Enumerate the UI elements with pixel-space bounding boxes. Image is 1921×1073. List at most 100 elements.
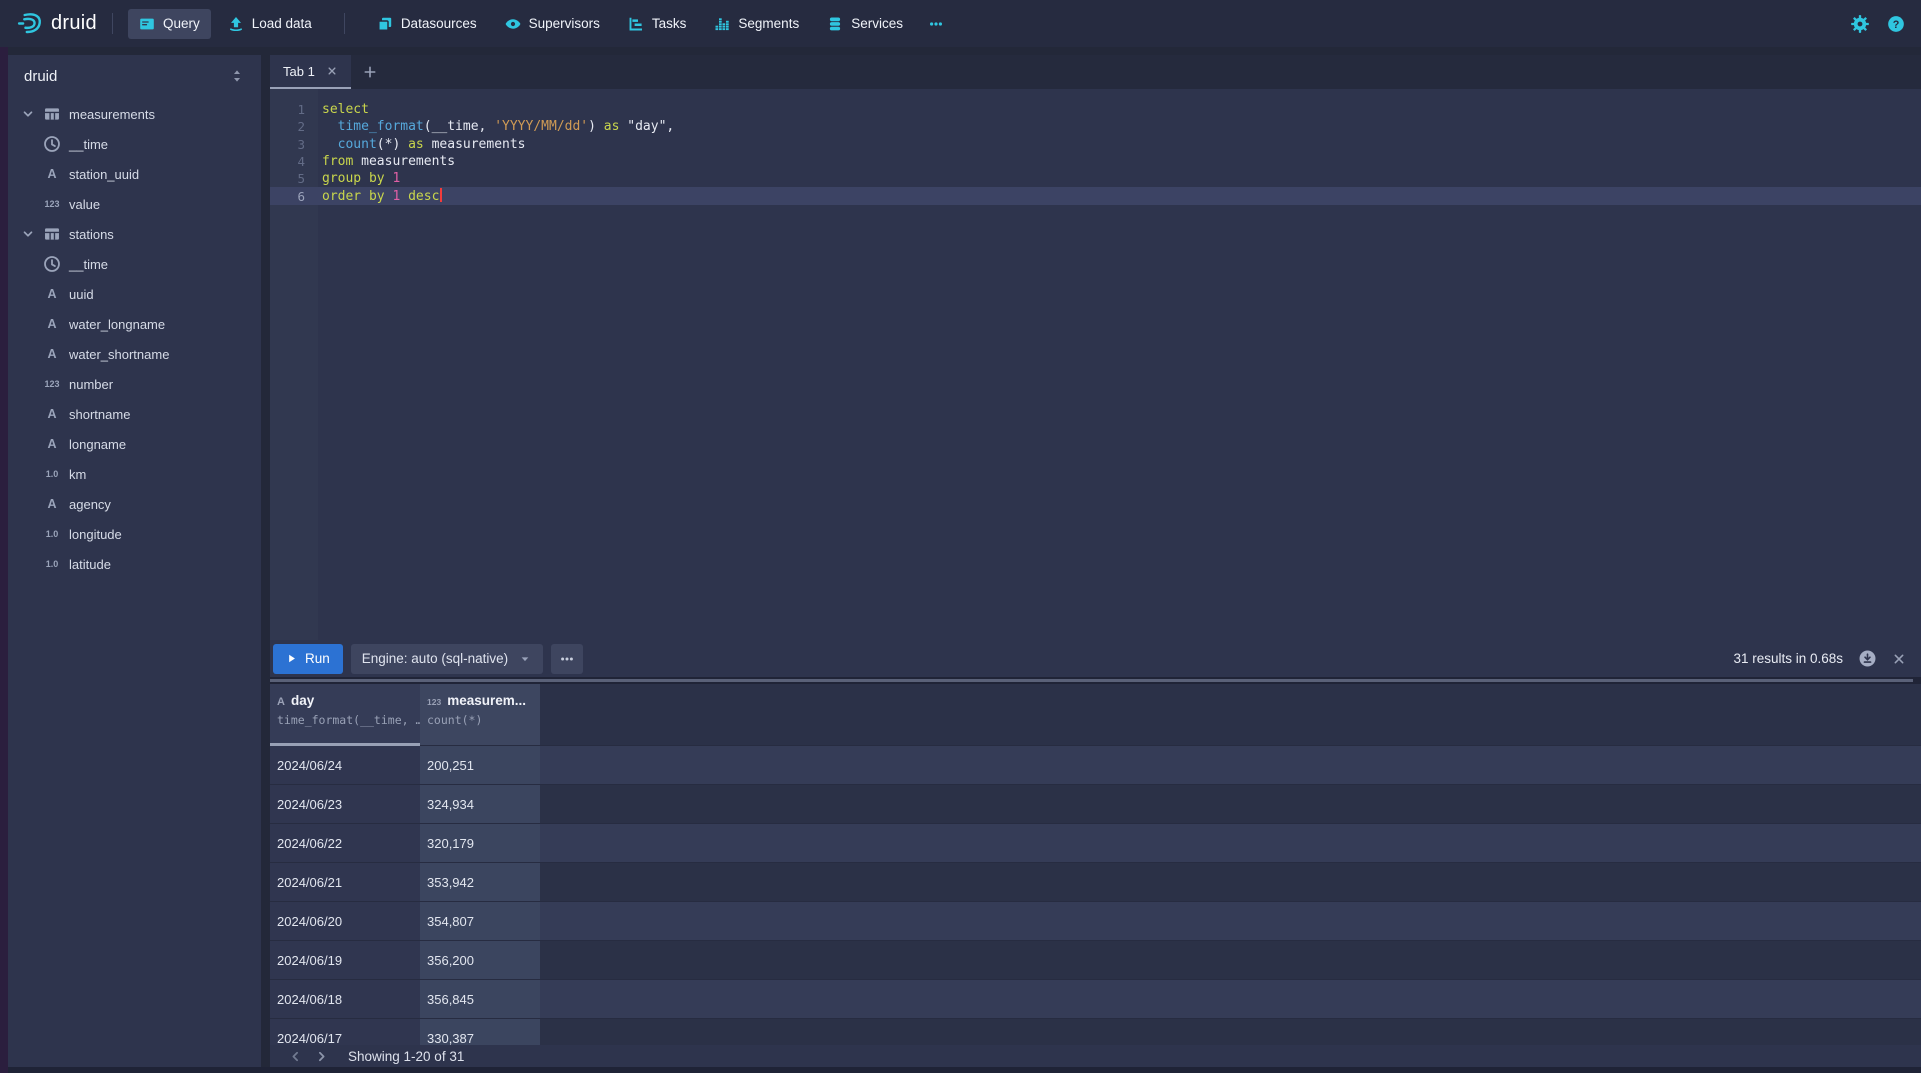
column-header-day[interactable]: A day time_format(__time, … (270, 684, 420, 746)
sidebar-item-water-longname[interactable]: Awater_longname (8, 309, 261, 339)
table-row[interactable]: 2024/06/22320,179 (270, 824, 1921, 863)
sidebar-item-label: uuid (69, 287, 94, 302)
table-row[interactable]: 2024/06/18356,845 (270, 980, 1921, 1019)
row-filler (540, 941, 1921, 980)
sidebar-item-water-shortname[interactable]: Awater_shortname (8, 339, 261, 369)
cell-day[interactable]: 2024/06/17 (270, 1019, 420, 1045)
engine-select[interactable]: Engine: auto (sql-native) (351, 644, 543, 674)
navbar-separator (112, 13, 113, 34)
sidebar-item-measurements[interactable]: measurements (8, 99, 261, 129)
code-line-6[interactable]: 6order by 1 desc (270, 187, 1921, 204)
cell-measurements[interactable]: 353,942 (420, 863, 540, 902)
run-button[interactable]: Run (273, 644, 343, 674)
cell-day[interactable]: 2024/06/21 (270, 863, 420, 902)
close-icon[interactable] (326, 65, 338, 77)
cell-day[interactable]: 2024/06/18 (270, 980, 420, 1019)
cell-measurements[interactable]: 200,251 (420, 746, 540, 785)
nav-item-services[interactable]: Services (816, 9, 914, 39)
table-row[interactable]: 2024/06/20354,807 (270, 902, 1921, 941)
sidebar-item-number[interactable]: 123number (8, 369, 261, 399)
sidebar-item-time[interactable]: __time (8, 249, 261, 279)
nav-more-button[interactable] (920, 9, 952, 39)
results-panel: A day time_format(__time, … 123 measurem… (270, 684, 1921, 1067)
nav-item-load-data[interactable]: Load data (217, 9, 323, 39)
cell-day[interactable]: 2024/06/24 (270, 746, 420, 785)
sidebar-item-agency[interactable]: Aagency (8, 489, 261, 519)
sidebar-item-longname[interactable]: Alongname (8, 429, 261, 459)
query-toolbar: Run Engine: auto (sql-native) 31 results… (270, 640, 1921, 677)
sidebar-item-stations[interactable]: stations (8, 219, 261, 249)
cell-measurements[interactable]: 324,934 (420, 785, 540, 824)
cell-day[interactable]: 2024/06/19 (270, 941, 420, 980)
nav-item-datasources[interactable]: Datasources (366, 9, 488, 39)
cell-measurements[interactable]: 356,200 (420, 941, 540, 980)
line-number: 5 (270, 171, 318, 186)
sidebar-item-uuid[interactable]: Auuid (8, 279, 261, 309)
time-type-icon (43, 136, 61, 152)
column-header-measurements[interactable]: 123 measurem... count(*) (420, 684, 540, 746)
string-type-icon: A (277, 696, 285, 708)
row-filler (540, 902, 1921, 941)
sidebar-item-label: stations (69, 227, 114, 242)
sidebar-item-longitude[interactable]: 1.0longitude (8, 519, 261, 549)
horizontal-scrollbar-track[interactable] (8, 1067, 1921, 1073)
add-tab-button[interactable] (351, 55, 389, 89)
sidebar-item-shortname[interactable]: Ashortname (8, 399, 261, 429)
bigint-type-icon: 123 (43, 376, 61, 392)
table-row[interactable]: 2024/06/19356,200 (270, 941, 1921, 980)
play-icon (286, 653, 297, 664)
page-edge (0, 47, 8, 1073)
tab-label: Tab 1 (283, 64, 315, 79)
gear-icon[interactable] (1851, 15, 1869, 33)
gantt-icon (628, 16, 644, 32)
close-results-icon[interactable] (1892, 652, 1906, 666)
sidebar-item-time[interactable]: __time (8, 129, 261, 159)
table-row[interactable]: 2024/06/17330,387 (270, 1019, 1921, 1045)
tab-bar: Tab 1 (270, 55, 1921, 89)
sql-editor[interactable]: 1select2 time_format(__time, 'YYYY/MM/dd… (270, 89, 1921, 640)
code-text: order by 1 desc (318, 188, 442, 204)
chevron-down-icon[interactable] (21, 107, 35, 121)
code-line-5[interactable]: 5group by 1 (270, 170, 1921, 187)
resize-handle[interactable] (270, 677, 1921, 684)
table-row[interactable]: 2024/06/24200,251 (270, 746, 1921, 785)
cell-measurements[interactable]: 330,387 (420, 1019, 540, 1045)
help-icon[interactable]: ? (1887, 15, 1905, 33)
cell-measurements[interactable]: 320,179 (420, 824, 540, 863)
table-row[interactable]: 2024/06/21353,942 (270, 863, 1921, 902)
code-line-2[interactable]: 2 time_format(__time, 'YYYY/MM/dd') as "… (270, 118, 1921, 135)
query-more-button[interactable] (551, 644, 583, 674)
chevron-down-icon[interactable] (21, 227, 35, 241)
tab-1[interactable]: Tab 1 (270, 55, 351, 89)
nav-item-supervisors[interactable]: Supervisors (494, 9, 611, 39)
cell-measurements[interactable]: 356,845 (420, 980, 540, 1019)
druid-logo-icon (16, 10, 43, 37)
cell-day[interactable]: 2024/06/23 (270, 785, 420, 824)
nav-item-query[interactable]: Query (128, 9, 211, 39)
sidebar-item-label: station_uuid (69, 167, 139, 182)
line-number: 2 (270, 119, 318, 134)
table-row[interactable]: 2024/06/23324,934 (270, 785, 1921, 824)
nav-item-tasks[interactable]: Tasks (617, 9, 698, 39)
sidebar-item-value[interactable]: 123value (8, 189, 261, 219)
double-caret-vertical-icon[interactable] (229, 68, 245, 84)
pagination-text: Showing 1-20 of 31 (348, 1049, 464, 1064)
sidebar-item-km[interactable]: 1.0km (8, 459, 261, 489)
code-line-4[interactable]: 4from measurements (270, 153, 1921, 170)
cell-measurements[interactable]: 354,807 (420, 902, 540, 941)
code-line-3[interactable]: 3 count(*) as measurements (270, 136, 1921, 153)
string-type-icon: A (43, 436, 61, 452)
sidebar-item-label: latitude (69, 557, 111, 572)
code-line-1[interactable]: 1select (270, 101, 1921, 118)
download-icon[interactable] (1858, 649, 1877, 668)
code-text: select (318, 102, 369, 117)
line-number: 6 (270, 189, 318, 204)
cell-day[interactable]: 2024/06/22 (270, 824, 420, 863)
next-page-button[interactable] (308, 1046, 334, 1066)
sidebar-item-latitude[interactable]: 1.0latitude (8, 549, 261, 579)
line-number: 4 (270, 154, 318, 169)
nav-item-segments[interactable]: Segments (703, 9, 810, 39)
previous-page-button[interactable] (282, 1046, 308, 1066)
sidebar-item-station-uuid[interactable]: Astation_uuid (8, 159, 261, 189)
cell-day[interactable]: 2024/06/20 (270, 902, 420, 941)
